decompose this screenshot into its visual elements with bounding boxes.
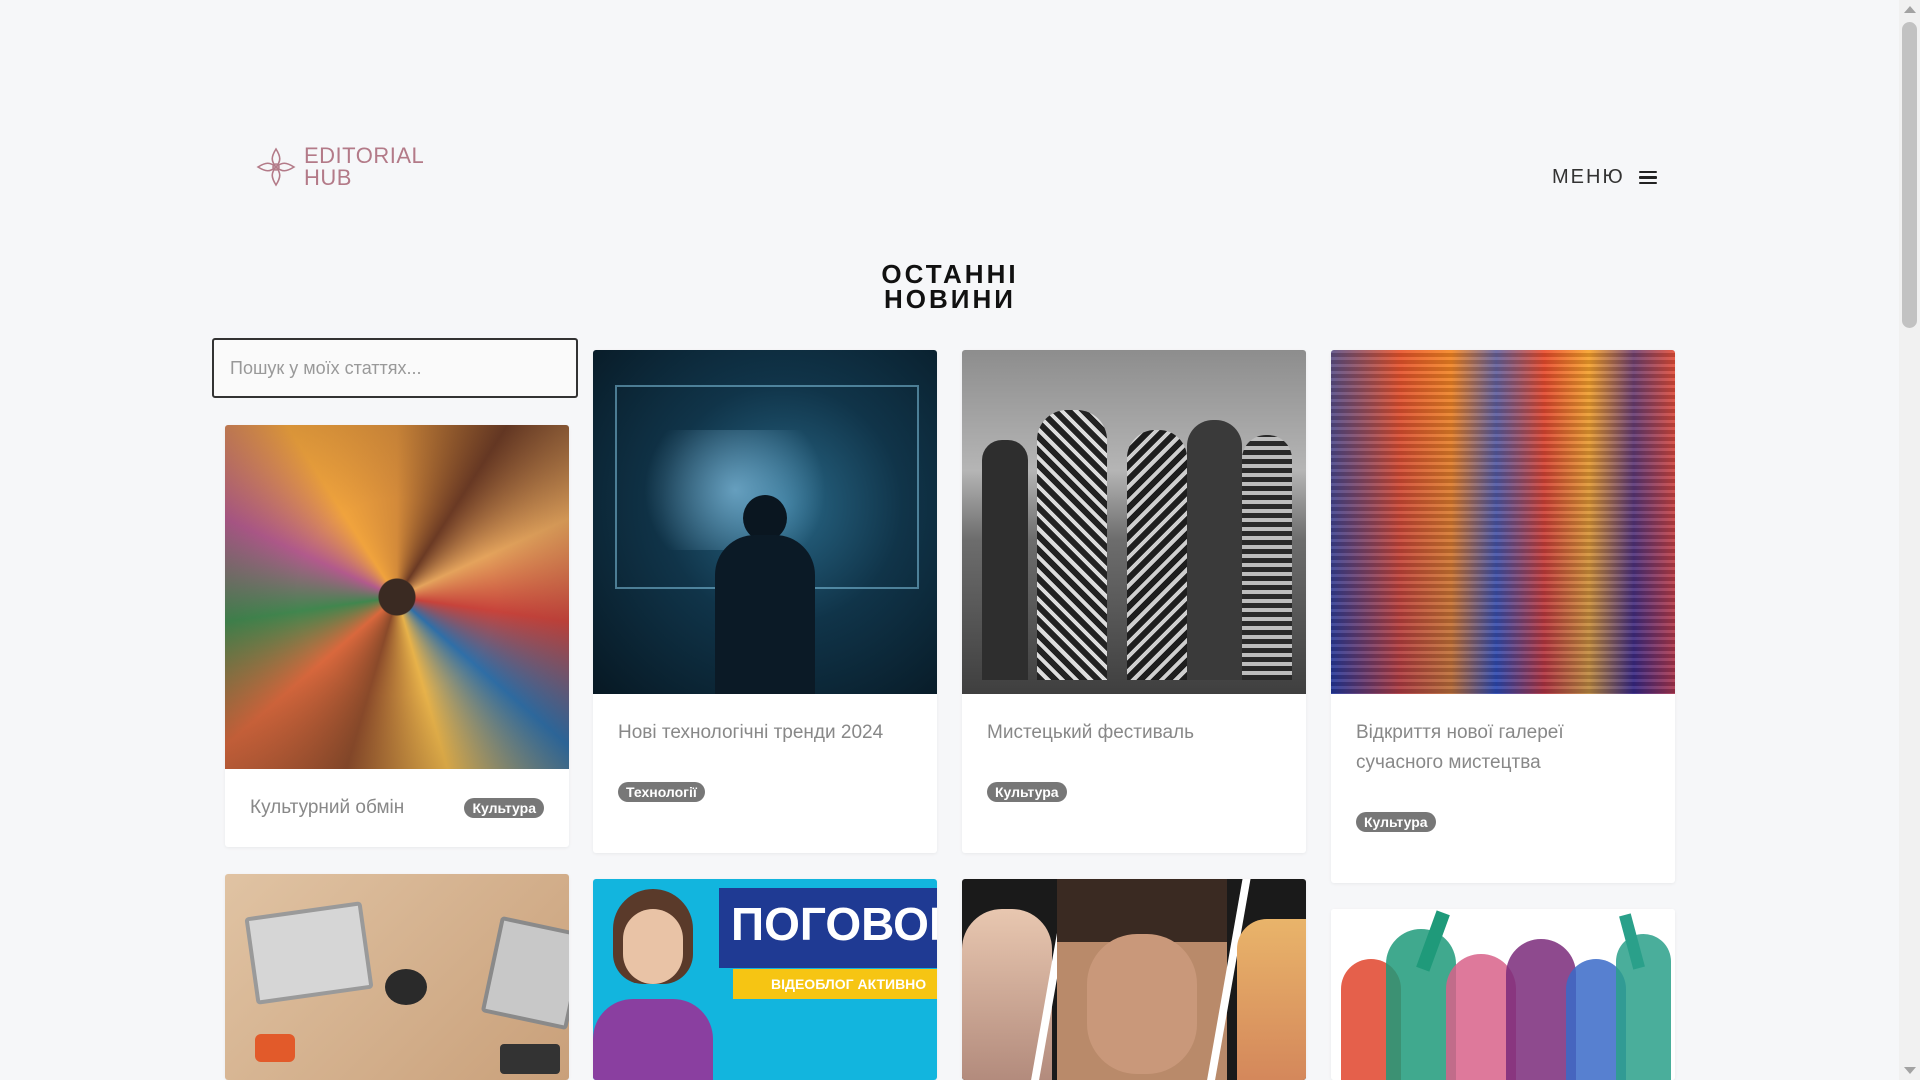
category-badge[interactable]: Культура bbox=[1356, 812, 1436, 832]
article-title[interactable]: Мистецький фестиваль bbox=[987, 718, 1281, 748]
article-image-historic-photo bbox=[962, 350, 1306, 694]
page-title: ОСТАННІ НОВИНИ bbox=[850, 261, 1050, 314]
article-image-politicians bbox=[962, 879, 1306, 1080]
scroll-thumb[interactable] bbox=[1902, 22, 1917, 328]
article-title[interactable]: Культурний обмін bbox=[250, 793, 404, 823]
article-card[interactable]: Культурний обмін Культура bbox=[225, 425, 569, 847]
article-image-workspace bbox=[225, 874, 569, 1080]
article-card[interactable] bbox=[1331, 909, 1675, 1080]
article-card[interactable] bbox=[962, 879, 1306, 1080]
article-card[interactable]: Мистецький фестиваль Культура bbox=[962, 350, 1306, 853]
article-image-video-blog: ПОГОВОР ВІДЕОБЛОГ АКТИВНО bbox=[593, 879, 937, 1080]
article-title[interactable]: Нові технологічні тренди 2024 bbox=[618, 718, 912, 748]
menu-button[interactable]: МЕНЮ bbox=[1552, 166, 1657, 189]
brand-line-2: HUB bbox=[304, 165, 352, 190]
category-badge[interactable]: Культура bbox=[987, 782, 1067, 802]
article-image-people-silhouettes bbox=[1331, 909, 1675, 1080]
banner-subline: ВІДЕОБЛОГ АКТИВНО bbox=[771, 976, 927, 992]
scroll-up-arrow-icon[interactable] bbox=[1904, 6, 1916, 13]
menu-label: МЕНЮ bbox=[1552, 166, 1625, 188]
brand-line-1: EDITORIAL bbox=[304, 143, 425, 168]
page-title-line-2: НОВИНИ bbox=[884, 284, 1016, 314]
article-image-tech bbox=[593, 350, 937, 694]
article-card[interactable]: Відкриття нової галереї сучасного мистец… bbox=[1331, 350, 1675, 883]
banner-headline: ПОГОВОР bbox=[731, 898, 937, 950]
brand-logo[interactable]: EDITORIAL HUB bbox=[254, 145, 424, 189]
article-image-hands bbox=[225, 425, 569, 769]
flower-logo-icon bbox=[256, 147, 296, 187]
category-badge[interactable]: Культура bbox=[464, 798, 544, 818]
article-card[interactable]: Нові технологічні тренди 2024 Технології bbox=[593, 350, 937, 853]
scroll-down-arrow-icon[interactable] bbox=[1904, 1067, 1916, 1074]
brand-name: EDITORIAL HUB bbox=[304, 145, 424, 189]
category-badge[interactable]: Технології bbox=[618, 782, 705, 802]
article-card[interactable] bbox=[225, 874, 569, 1080]
article-image-abstract-art bbox=[1331, 350, 1675, 694]
page-scrollbar[interactable] bbox=[1899, 0, 1920, 1080]
search-input[interactable] bbox=[212, 338, 578, 398]
hamburger-icon bbox=[1638, 170, 1657, 185]
article-card[interactable]: ПОГОВОР ВІДЕОБЛОГ АКТИВНО bbox=[593, 879, 937, 1080]
article-title[interactable]: Відкриття нової галереї сучасного мистец… bbox=[1356, 718, 1650, 778]
